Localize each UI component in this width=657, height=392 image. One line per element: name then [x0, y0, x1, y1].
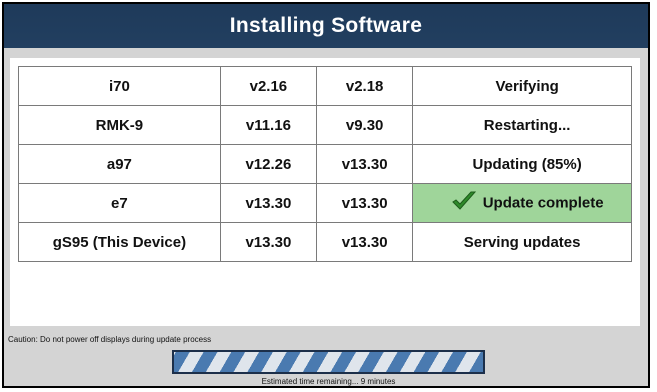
table-row: RMK-9 v11.16 v9.30 Restarting...	[18, 105, 632, 145]
table-row: i70 v2.16 v2.18 Verifying	[18, 66, 632, 106]
current-version: v13.30	[219, 222, 318, 262]
current-version: v11.16	[219, 105, 318, 145]
table-row: a97 v12.26 v13.30 Updating (85%)	[18, 144, 632, 184]
update-status: Serving updates	[412, 222, 632, 262]
table-row: e7 v13.30 v13.30 Update complete	[18, 183, 632, 223]
update-status: Restarting...	[412, 105, 632, 145]
current-version: v2.16	[219, 66, 318, 106]
update-table: i70 v2.16 v2.18 Verifying RMK-9 v11.16 v…	[18, 66, 632, 262]
device-name: a97	[18, 144, 221, 184]
update-list-panel: i70 v2.16 v2.18 Verifying RMK-9 v11.16 v…	[10, 58, 640, 326]
new-version: v13.30	[316, 183, 414, 223]
install-dialog: Installing Software i70 v2.16 v2.18 Veri…	[2, 2, 650, 388]
update-status: Verifying	[412, 66, 632, 106]
check-icon	[451, 190, 477, 216]
progress-bar	[172, 350, 485, 374]
table-row: gS95 (This Device) v13.30 v13.30 Serving…	[18, 222, 632, 262]
device-name: RMK-9	[18, 105, 221, 145]
new-version: v13.30	[316, 222, 414, 262]
caution-note: Caution: Do not power off displays durin…	[8, 335, 212, 344]
dialog-title: Installing Software	[4, 4, 648, 48]
device-name: gS95 (This Device)	[18, 222, 221, 262]
new-version: v9.30	[316, 105, 414, 145]
new-version: v2.18	[316, 66, 414, 106]
update-status-complete: Update complete	[412, 183, 632, 223]
device-name: i70	[18, 66, 221, 106]
current-version: v13.30	[219, 183, 318, 223]
update-status: Updating (85%)	[412, 144, 632, 184]
update-status: Update complete	[482, 194, 604, 212]
time-remaining: Estimated time remaining... 9 minutes	[261, 377, 396, 386]
device-name: e7	[18, 183, 221, 223]
new-version: v13.30	[316, 144, 414, 184]
current-version: v12.26	[219, 144, 318, 184]
